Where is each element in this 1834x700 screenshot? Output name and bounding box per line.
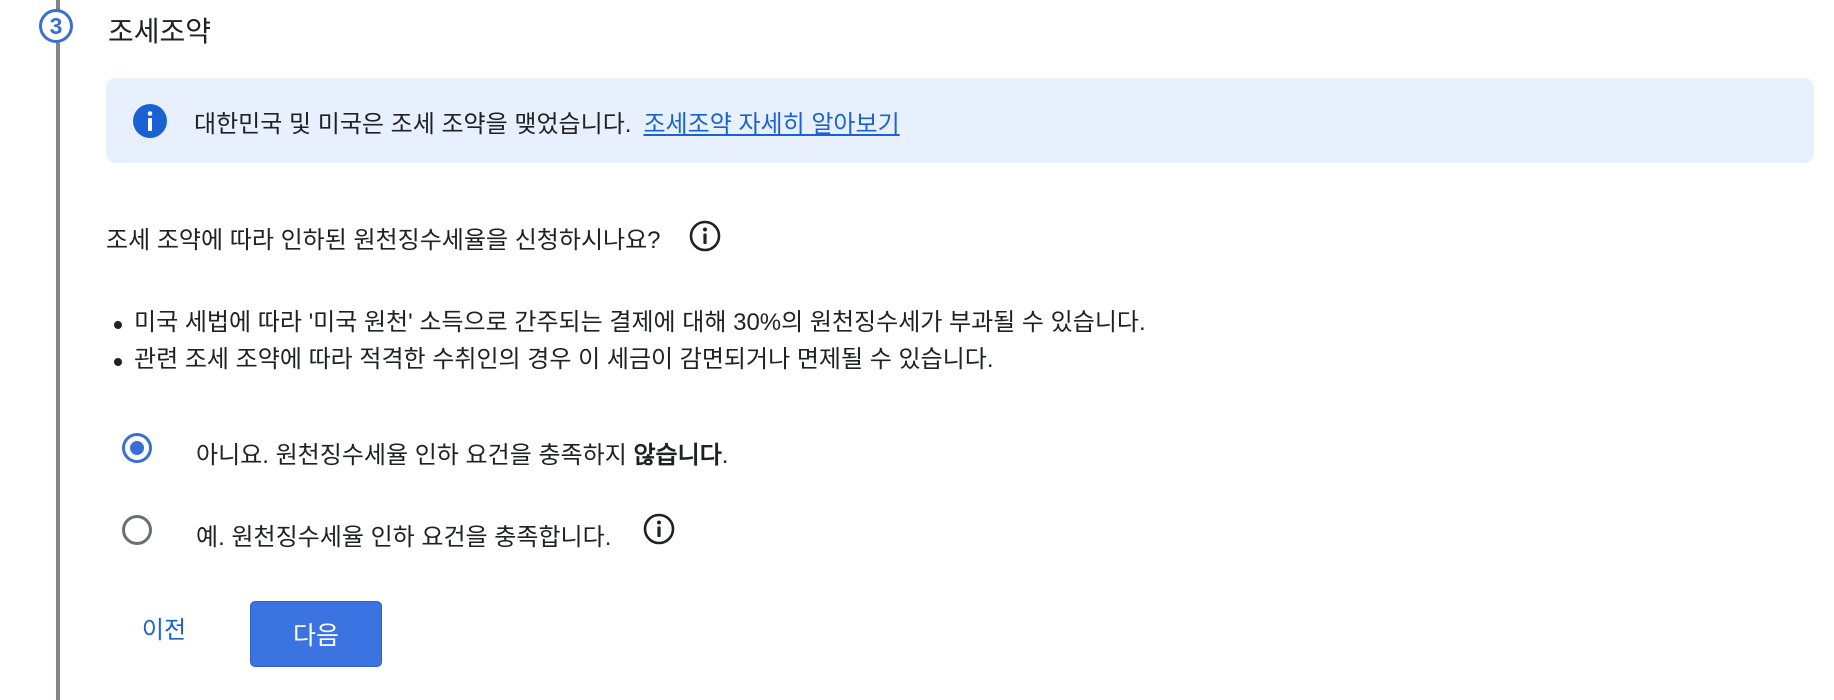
- option-yes-label[interactable]: 예. 원천징수세율 인하 요건을 충족합니다.: [196, 517, 611, 552]
- step-title: 조세조약: [108, 16, 212, 47]
- list-item: 관련 조세 조약에 따라 적격한 수취인의 경우 이 세금이 감면되거나 면제될…: [114, 341, 1146, 378]
- tax-treaty-learn-more-link[interactable]: 조세조약 자세히 알아보기: [643, 111, 899, 138]
- option-no-period: .: [721, 442, 729, 469]
- option-no-label[interactable]: 아니요. 원천징수세율 인하 요건을 충족하지 않습니다.: [196, 435, 728, 470]
- list-item: 미국 세법에 따라 '미국 원천' 소득으로 간주되는 결제에 대해 30%의 …: [114, 304, 1146, 341]
- info-banner: 대한민국 및 미국은 조세 조약을 맺었습니다. 조세조약 자세히 알아보기: [106, 78, 1814, 163]
- info-outline-icon[interactable]: [642, 512, 676, 546]
- stepper-rail: [56, 0, 60, 700]
- banner-message: 대한민국 및 미국은 조세 조약을 맺었습니다.: [194, 111, 632, 138]
- next-button[interactable]: 다음: [250, 601, 382, 667]
- treaty-question: 조세 조약에 따라 인하된 원천징수세율을 신청하시나요?: [106, 227, 661, 254]
- option-no-emphasis: 않습니다: [633, 442, 722, 469]
- bullet-list: 미국 세법에 따라 '미국 원천' 소득으로 간주되는 결제에 대해 30%의 …: [114, 304, 1146, 378]
- option-yes-radio[interactable]: [122, 515, 152, 545]
- banner-text-container: 대한민국 및 미국은 조세 조약을 맺었습니다. 조세조약 자세히 알아보기: [194, 104, 900, 139]
- info-outline-icon[interactable]: [688, 219, 722, 253]
- option-no-row[interactable]: 아니요. 원천징수세율 인하 요건을 충족하지 않습니다.: [122, 428, 728, 469]
- info-icon: [133, 104, 167, 138]
- option-yes-row[interactable]: 예. 원천징수세율 인하 요건을 충족합니다.: [122, 510, 611, 551]
- step-number-badge: 3: [39, 9, 73, 43]
- previous-button[interactable]: 이전: [132, 603, 196, 651]
- step-number: 3: [49, 12, 63, 39]
- option-no-text: 아니요. 원천징수세율 인하 요건을 충족하지: [196, 442, 634, 469]
- option-no-radio[interactable]: [122, 433, 152, 463]
